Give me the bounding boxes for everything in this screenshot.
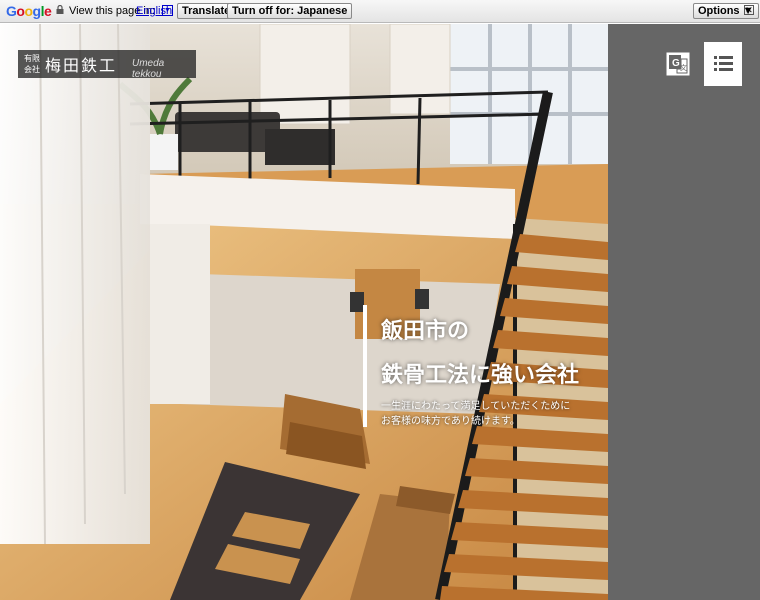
language-dropdown-icon[interactable]: ▼ bbox=[162, 5, 173, 16]
menu-button[interactable] bbox=[704, 42, 742, 86]
side-panel bbox=[608, 24, 760, 600]
headline-line-2: 鉄骨工法に強い会社 bbox=[381, 363, 580, 388]
menu-icon bbox=[714, 56, 733, 71]
subcopy-line-1: 一生涯にわたって満足していただくために bbox=[381, 401, 571, 412]
translate-bar: Google View this page in: English ▼ Tran… bbox=[0, 0, 760, 23]
turn-off-button[interactable]: Turn off for: Japanese bbox=[227, 3, 353, 19]
lock-icon bbox=[56, 5, 64, 14]
svg-text:G: G bbox=[672, 58, 680, 69]
google-logo[interactable]: Google bbox=[6, 3, 52, 19]
logo-company-type: 有限会社 bbox=[24, 54, 40, 74]
headline-accent-bar bbox=[363, 305, 367, 427]
logo-company-name: 梅田鉄工 bbox=[45, 56, 118, 75]
logo-romaji: Umeda tekkou bbox=[132, 58, 165, 80]
svg-text:文: 文 bbox=[680, 63, 687, 72]
headline-line-1: 飯田市の bbox=[381, 319, 470, 344]
close-icon[interactable]: ✕ bbox=[744, 5, 754, 15]
google-translate-icon[interactable]: G 文 bbox=[666, 52, 690, 76]
hero-image bbox=[0, 24, 608, 600]
subcopy-line-2: お客様の味方であり続けます。 bbox=[381, 416, 520, 427]
interior-photo bbox=[0, 24, 608, 600]
site-logo[interactable]: 有限会社 梅田鉄工 Umeda tekkou bbox=[18, 50, 196, 80]
